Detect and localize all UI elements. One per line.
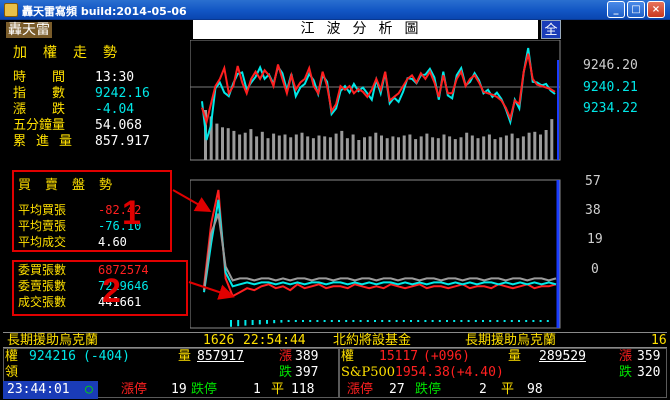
futures-limit-down-label: 跌停 (415, 382, 442, 397)
ticker-item: 長期援助烏克蘭 (7, 333, 99, 348)
market-row-2: 領 跌 397 S&P500 1954.38 (+4.40) 跌 320 (3, 365, 667, 381)
down-label: 跌 (279, 365, 293, 380)
annotation-arrows (172, 189, 235, 300)
clock-mark: ○ (85, 382, 93, 397)
futures-limit-down-value: 2 (479, 382, 487, 397)
window-title: 轟天雷寫頻 build:2014-05-06 (22, 5, 187, 18)
ticker-item: 16 (651, 333, 667, 348)
minimize-button[interactable]: _ (607, 1, 625, 18)
clock: 23:44:01 (7, 382, 70, 397)
flat-value: 118 (291, 382, 315, 397)
order-axis-label: 0 (591, 262, 599, 277)
market-row-3: 23:44:01 ○ 漲停 19 跌停 1 平 118 漲停 27 跌停 2 平… (3, 382, 667, 398)
order-axis-label: 57 (585, 174, 601, 189)
ticker-item: 22:54:44 (243, 333, 306, 348)
app-icon (4, 3, 18, 17)
limit-up-label: 漲停 (121, 382, 148, 397)
limit-down-value: 1 (253, 382, 261, 397)
news-ticker: 長期援助烏克蘭 1626 22:54:44 北約將設基金 長期援助烏克蘭 16 (3, 332, 667, 348)
sp500-label: S&P500 (341, 365, 396, 380)
price-axis-label: 9234.22 (583, 101, 638, 116)
lead-label: 領 (5, 365, 19, 380)
ticker-item: 1626 (203, 333, 235, 348)
price-axis-label: 9240.21 (583, 80, 638, 95)
futures-flat-value: 98 (527, 382, 543, 397)
maximize-button[interactable]: □ (627, 1, 645, 18)
ticker-item: 長期援助烏克蘭 (465, 333, 557, 348)
down-value: 397 (295, 365, 319, 380)
futures-limit-up-value: 27 (389, 382, 405, 397)
futures-down-value: 320 (637, 365, 661, 380)
arrow-1 (172, 189, 212, 212)
ticker-item: 北約將設基金 (333, 333, 412, 348)
futures-limit-up-label: 漲停 (347, 382, 374, 397)
order-axis-label: 19 (587, 232, 603, 247)
window-title-bar[interactable]: 轟天雷寫頻 build:2014-05-06 _ □ × (0, 0, 670, 20)
limit-down-label: 跌停 (191, 382, 218, 397)
futures-down-label: 跌 (619, 365, 633, 380)
close-button[interactable]: × (647, 1, 665, 18)
futures-flat-label: 平 (501, 382, 515, 397)
sp500-value: 1954.38 (395, 365, 450, 380)
limit-up-value: 19 (171, 382, 187, 397)
price-axis-label: 9246.20 (583, 58, 638, 73)
arrow-2 (188, 281, 235, 300)
order-axis-label: 38 (585, 203, 601, 218)
flat-label: 平 (271, 382, 285, 397)
app-frame: 轟天雷 江波分析圖 全 加權走勢 時 間 13:30 指 數 9242.16 漲… (3, 20, 667, 400)
sp500-change: (+4.40) (449, 365, 504, 380)
